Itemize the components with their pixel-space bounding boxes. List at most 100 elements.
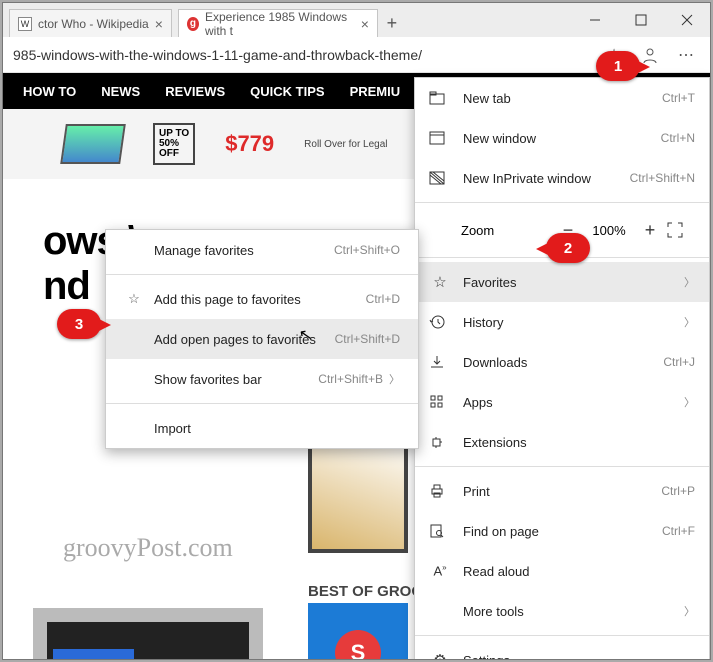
tab-active[interactable]: g Experience 1985 Windows with t × xyxy=(178,9,378,37)
chevron-right-icon: 〉 xyxy=(389,371,400,387)
promo-tag: UP TO 50% OFF xyxy=(153,123,195,165)
shortcut: Ctrl+P xyxy=(661,484,695,498)
menu-label: Apps xyxy=(463,395,676,410)
menu-separator xyxy=(106,274,418,275)
menu-label: More tools xyxy=(463,604,676,619)
tab-inactive[interactable]: W ctor Who - Wikipedia × xyxy=(9,9,172,37)
tab-label: Experience 1985 Windows with t xyxy=(205,10,355,38)
new-tab-icon xyxy=(429,91,451,105)
chevron-right-icon: 〉 xyxy=(684,274,695,290)
menu-label: Favorites xyxy=(463,275,676,290)
windows-thumb xyxy=(33,608,263,659)
wikipedia-favicon: W xyxy=(18,17,32,31)
nav-item[interactable]: NEWS xyxy=(101,84,140,99)
chevron-right-icon: 〉 xyxy=(684,603,695,619)
shortcut: Ctrl+N xyxy=(661,131,695,145)
menu-label: New window xyxy=(463,131,661,146)
menu-label: Print xyxy=(463,484,661,499)
extensions-icon xyxy=(429,434,451,450)
menu-inprivate[interactable]: New InPrivate window Ctrl+Shift+N xyxy=(415,158,709,198)
new-window-icon xyxy=(429,131,451,145)
article-thumb xyxy=(308,433,408,553)
zoom-value: 100% xyxy=(585,223,633,238)
settings-and-more-menu: New tab Ctrl+T New window Ctrl+N New InP… xyxy=(414,77,710,660)
url-field[interactable]: 985-windows-with-the-windows-1-11-game-a… xyxy=(9,45,596,65)
apps-icon xyxy=(429,394,451,410)
promo-note: Roll Over for Legal xyxy=(304,139,387,150)
titlebar: W ctor Who - Wikipedia × g Experience 19… xyxy=(3,3,710,37)
laptop-image xyxy=(60,124,126,164)
menu-separator xyxy=(415,202,709,203)
nav-item[interactable]: REVIEWS xyxy=(165,84,225,99)
app-tile: S xyxy=(308,603,408,659)
headline-l2: nd xyxy=(43,264,90,308)
menu-extensions[interactable]: Extensions xyxy=(415,422,709,462)
submenu-manage-favorites[interactable]: Manage favorites Ctrl+Shift+O xyxy=(106,230,418,270)
menu-apps[interactable]: Apps 〉 xyxy=(415,382,709,422)
menu-label: Import xyxy=(154,421,400,436)
submenu-show-fav-bar[interactable]: Show favorites bar Ctrl+Shift+B 〉 xyxy=(106,359,418,399)
menu-label: New tab xyxy=(463,91,662,106)
history-icon xyxy=(429,314,451,330)
nav-item[interactable]: QUICK TIPS xyxy=(250,84,324,99)
shortcut: Ctrl+J xyxy=(663,355,695,369)
menu-separator xyxy=(106,403,418,404)
more-menu-button[interactable]: ⋯ xyxy=(668,37,704,73)
settings-icon: ⚙ xyxy=(429,651,451,660)
shortcut: Ctrl+Shift+B xyxy=(318,372,383,386)
menu-label: Find on page xyxy=(463,524,662,539)
submenu-import[interactable]: Import xyxy=(106,408,418,448)
favorites-submenu: Manage favorites Ctrl+Shift+O ☆ Add this… xyxy=(105,229,419,449)
menu-separator xyxy=(415,635,709,636)
window-close-button[interactable] xyxy=(664,3,710,37)
menu-separator xyxy=(415,466,709,467)
annotation-badge-1: 1 xyxy=(596,51,640,81)
shortcut: Ctrl+Shift+O xyxy=(334,243,400,257)
star-icon: ☆ xyxy=(124,291,144,307)
menu-label: Settings xyxy=(463,653,695,661)
menu-label: Show favorites bar xyxy=(154,372,318,387)
menu-new-tab[interactable]: New tab Ctrl+T xyxy=(415,78,709,118)
submenu-add-this-page[interactable]: ☆ Add this page to favorites Ctrl+D xyxy=(106,279,418,319)
fullscreen-icon[interactable] xyxy=(667,222,697,238)
menu-more-tools[interactable]: More tools 〉 xyxy=(415,591,709,631)
shortcut: Ctrl+Shift+D xyxy=(335,332,400,346)
nav-item[interactable]: HOW TO xyxy=(23,84,76,99)
menu-favorites[interactable]: ☆ Favorites 〉 xyxy=(415,262,709,302)
menu-label: Downloads xyxy=(463,355,663,370)
inprivate-icon xyxy=(429,171,451,185)
zoom-in-button[interactable]: + xyxy=(633,220,667,241)
close-icon[interactable]: × xyxy=(155,16,163,32)
chevron-right-icon: 〉 xyxy=(684,314,695,330)
sidebar-heading: BEST OF GROO xyxy=(308,583,423,600)
new-tab-button[interactable]: + xyxy=(378,9,406,37)
menu-new-window[interactable]: New window Ctrl+N xyxy=(415,118,709,158)
price-text: $779 xyxy=(225,131,274,157)
minimize-button[interactable] xyxy=(572,3,618,37)
nav-item[interactable]: PREMIU xyxy=(350,84,401,99)
submenu-add-open-pages[interactable]: Add open pages to favorites Ctrl+Shift+D xyxy=(106,319,418,359)
menu-label: Extensions xyxy=(463,435,695,450)
chevron-right-icon: 〉 xyxy=(684,394,695,410)
menu-label: History xyxy=(463,315,676,330)
menu-downloads[interactable]: Downloads Ctrl+J xyxy=(415,342,709,382)
menu-label: Add this page to favorites xyxy=(154,292,366,307)
shortcut: Ctrl+D xyxy=(366,292,400,306)
close-icon[interactable]: × xyxy=(361,16,369,32)
menu-print[interactable]: Print Ctrl+P xyxy=(415,471,709,511)
menu-history[interactable]: History 〉 xyxy=(415,302,709,342)
download-icon xyxy=(429,354,451,370)
annotation-badge-3: 3 xyxy=(57,309,101,339)
find-icon xyxy=(429,523,451,539)
menu-read-aloud[interactable]: A» Read aloud xyxy=(415,551,709,591)
annotation-badge-2: 2 xyxy=(546,233,590,263)
menu-settings[interactable]: ⚙ Settings xyxy=(415,640,709,660)
menu-find[interactable]: Find on page Ctrl+F xyxy=(415,511,709,551)
menu-label: Read aloud xyxy=(463,564,695,579)
shortcut: Ctrl+Shift+N xyxy=(630,171,695,185)
star-icon: ☆ xyxy=(429,273,451,291)
site-favicon: g xyxy=(187,17,199,31)
maximize-button[interactable] xyxy=(618,3,664,37)
read-aloud-icon: A» xyxy=(429,563,451,578)
print-icon xyxy=(429,483,451,499)
